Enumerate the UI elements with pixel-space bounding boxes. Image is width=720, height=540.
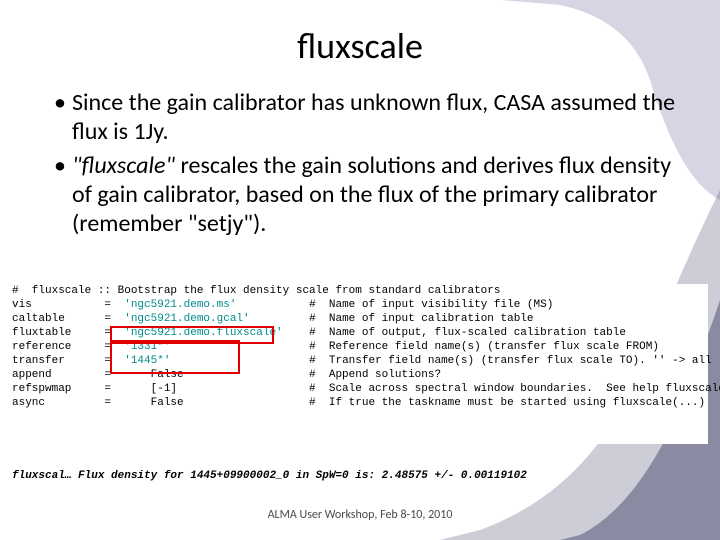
output-line: fluxscal… Flux density for 1445+09900002… [12, 470, 708, 482]
bullet-1-text: Since the gain calibrator has unknown fl… [72, 88, 675, 146]
slide-footer: ALMA User Workshop, Feb 8-10, 2010 [0, 508, 720, 522]
code-block: # fluxscale :: Bootstrap the flux densit… [12, 284, 708, 444]
bullet-2-em: "fluxscale" [72, 151, 175, 180]
bullet-list: Since the gain calibrator has unknown fl… [0, 78, 720, 238]
slide-title: fluxscale [0, 0, 720, 78]
bullet-1: Since the gain calibrator has unknown fl… [54, 88, 684, 147]
highlight-box-ref-transfer [110, 340, 240, 374]
bullet-2: "fluxscale" rescales the gain solutions … [54, 151, 684, 239]
